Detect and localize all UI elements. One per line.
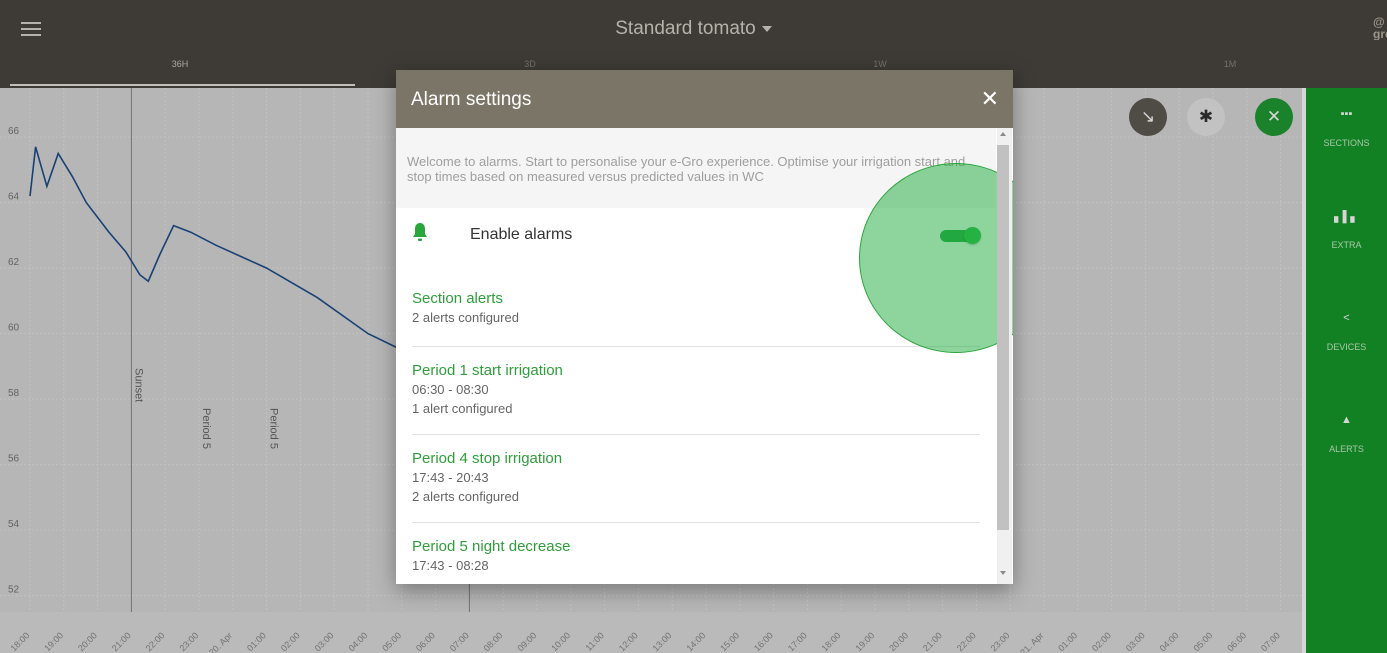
sidebar-item-label: DEVICES: [1326, 342, 1367, 352]
period-5-night-decrease-item[interactable]: Period 5 night decrease 17:43 - 08:28: [412, 538, 980, 575]
divider: [412, 434, 980, 435]
logo: @ gro: [1373, 16, 1387, 40]
wc-series-line: [29, 146, 403, 351]
y-tick-label: 64: [8, 192, 20, 203]
alarm-item-title: Section alerts: [412, 290, 503, 307]
scrollbar-thumb[interactable]: [997, 145, 1009, 530]
annotation-label: Sunset: [132, 368, 144, 402]
bell-icon: ▲: [1341, 414, 1352, 426]
alarm-item-detail: 2 alerts configured: [412, 310, 519, 325]
dialog-title: Alarm settings: [411, 89, 532, 110]
y-tick-label: 66: [8, 126, 20, 137]
sidebar-item-extra[interactable]: ▖▌▖ EXTRA: [1306, 210, 1387, 250]
sidebar-item-alerts[interactable]: ▲ ALERTS: [1306, 414, 1387, 454]
dialog-header: Alarm settings ✕: [396, 70, 1013, 128]
close-dialog-icon[interactable]: ✕: [981, 86, 999, 112]
alarm-item-title: Period 5 night decrease: [412, 538, 571, 555]
y-tick-label: 62: [8, 257, 20, 268]
close-chart-button[interactable]: ✕: [1255, 98, 1293, 136]
bar-chart-icon: ▖▌▖: [1334, 211, 1359, 223]
gear-icon: ✱: [1198, 107, 1214, 126]
settings-button[interactable]: ✱: [1187, 98, 1225, 136]
divider: [412, 522, 980, 523]
crop-title: Standard tomato: [615, 18, 756, 39]
sidebar-item-label: ALERTS: [1329, 444, 1364, 454]
annotation-label: Period 5: [200, 408, 212, 449]
alarm-item-detail: 2 alerts configured: [412, 489, 519, 504]
scroll-down-arrow-icon[interactable]: [1000, 571, 1006, 575]
tab-36h[interactable]: 36H: [5, 52, 355, 88]
close-icon: ✕: [1266, 107, 1282, 126]
alarm-item-detail: 1 alert configured: [412, 401, 513, 416]
sidebar-item-label: SECTIONS: [1323, 138, 1370, 148]
annotation-label: Period 5: [268, 408, 280, 449]
divider: [412, 346, 980, 347]
alarm-item-title: Period 1 start irrigation: [412, 362, 563, 379]
enable-alarms-row[interactable]: Enable alarms: [396, 208, 996, 264]
caret-down-icon: [761, 25, 772, 32]
alarm-item-title: Period 4 stop irrigation: [412, 450, 563, 467]
period-4-stop-irrigation-item[interactable]: Period 4 stop irrigation 17:43 - 20:43 2…: [412, 450, 980, 506]
enable-alarms-label: Enable alarms: [470, 226, 573, 243]
sidebar-item-sections[interactable]: ▪▪▪ SECTIONS: [1306, 108, 1387, 148]
crop-selector[interactable]: Standard tomato: [0, 18, 1387, 40]
y-tick-label: 60: [8, 323, 20, 334]
scroll-up-arrow-icon[interactable]: [1000, 132, 1006, 136]
trend-button[interactable]: ↘: [1129, 98, 1167, 136]
sidebar-item-devices[interactable]: < DEVICES: [1306, 312, 1387, 352]
alarm-item-time: 17:43 - 20:43: [412, 470, 489, 485]
trend-icon: ↘: [1140, 107, 1156, 126]
enable-alarms-toggle[interactable]: [940, 227, 981, 244]
toggle-knob: [964, 227, 981, 244]
y-tick-label: 52: [8, 585, 20, 596]
intro-text: Welcome to alarms. Start to personalise …: [407, 154, 966, 184]
intro-box: Welcome to alarms. Start to personalise …: [396, 128, 996, 208]
alarm-item-time: 06:30 - 08:30: [412, 382, 489, 397]
section-alerts-item[interactable]: Section alerts 2 alerts configured: [412, 290, 980, 327]
period-1-start-irrigation-item[interactable]: Period 1 start irrigation 06:30 - 08:30 …: [412, 362, 980, 418]
bell-icon: [413, 223, 427, 241]
right-sidebar: ▪▪▪ SECTIONS ▖▌▖ EXTRA < DEVICES ▲ ALERT…: [1306, 88, 1387, 653]
alarm-item-time: 17:43 - 08:28: [412, 558, 489, 573]
sidebar-item-label: EXTRA: [1331, 240, 1362, 250]
alarm-settings-dialog: Alarm settings ✕ Welcome to alarms. Star…: [396, 70, 1013, 584]
sections-icon: ▪▪▪: [1340, 108, 1353, 120]
dialog-body[interactable]: Welcome to alarms. Start to personalise …: [396, 128, 1013, 584]
y-tick-label: 56: [8, 454, 20, 465]
y-tick-label: 58: [8, 388, 20, 399]
y-tick-label: 54: [8, 519, 20, 530]
tab-1m[interactable]: 1M: [1055, 52, 1387, 88]
share-icon: <: [1343, 312, 1350, 324]
